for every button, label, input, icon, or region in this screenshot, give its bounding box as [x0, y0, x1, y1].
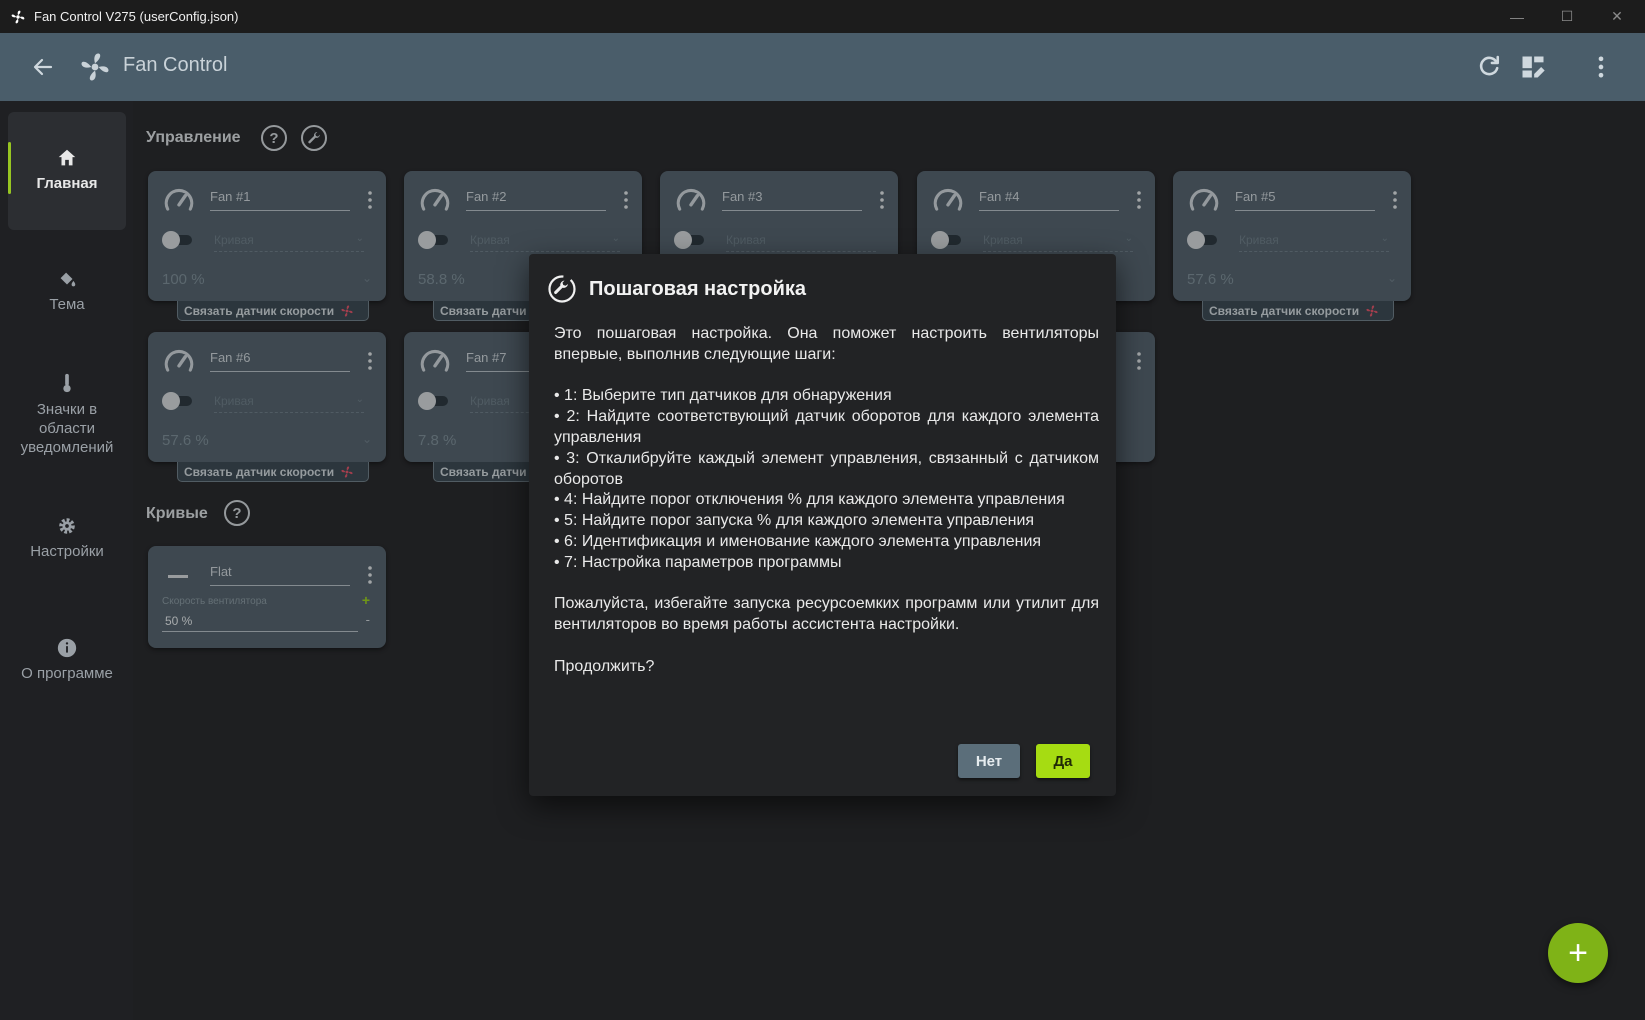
fan-logo-icon: [81, 53, 109, 81]
dashboard-edit-icon[interactable]: [1519, 53, 1547, 81]
dialog-step: • 3: Откалибруйте каждый элемент управле…: [554, 449, 1099, 488]
paint-bucket-icon: [60, 272, 76, 287]
info-icon: [57, 638, 77, 658]
sidebar-item-about[interactable]: О программе: [8, 637, 126, 682]
dialog-question: Продолжить?: [554, 657, 655, 675]
thermometer-icon: [63, 373, 71, 393]
fan-app-icon: [11, 10, 25, 23]
no-button[interactable]: Нет: [958, 744, 1020, 778]
sidebar-item-settings[interactable]: Настройки: [8, 515, 126, 560]
dialog-intro: Это пошаговая настройка. Она поможет нас…: [554, 325, 1099, 363]
sidebar: [0, 101, 133, 1020]
add-fab-button[interactable]: +: [1548, 923, 1608, 983]
dialog-step: • 1: Выберите тип датчиков для обнаружен…: [554, 387, 892, 405]
sidebar-item-label: Настройки: [30, 543, 104, 560]
yes-button[interactable]: Да: [1036, 744, 1090, 778]
window-title: Fan Control V275 (userConfig.json): [34, 9, 239, 24]
app-bar: Fan Control: [0, 33, 1645, 101]
sidebar-item-label: Значки в области уведомлений: [20, 401, 114, 456]
gear-icon: [59, 518, 75, 534]
setup-wizard-dialog: Пошаговая настройка Это пошаговая настро…: [529, 254, 1116, 796]
sidebar-item-label: Тема: [49, 296, 85, 313]
sidebar-item-theme[interactable]: Тема: [8, 268, 126, 313]
dialog-step: • 2: Найдите соответствующий датчик обор…: [554, 408, 1099, 446]
dialog-body: Это пошаговая настройка. Она поможет нас…: [554, 324, 1099, 678]
sidebar-item-label: Главная: [36, 175, 98, 192]
dialog-title: Пошаговая настройка: [589, 278, 807, 300]
window-titlebar: Fan Control V275 (userConfig.json) — ☐ ✕: [0, 0, 1645, 33]
dialog-step: • 5: Найдите порог запуска % для каждого…: [554, 512, 1035, 530]
sidebar-item-home[interactable]: Главная: [8, 112, 126, 230]
sidebar-item-label: О программе: [21, 665, 113, 682]
app-title: Fan Control: [123, 54, 228, 76]
sidebar-item-tray-icons[interactable]: Значки в области уведомлений: [8, 372, 126, 457]
dialog-step: • 6: Идентификация и именование каждого …: [554, 532, 1042, 550]
maximize-button[interactable]: ☐: [1542, 0, 1592, 33]
close-button[interactable]: ✕: [1592, 0, 1642, 33]
home-icon: [58, 149, 76, 166]
dialog-warning: Пожалуйста, избегайте запуска ресурсоемк…: [554, 595, 1099, 634]
minimize-button[interactable]: —: [1492, 0, 1542, 33]
dialog-step: • 4: Найдите порог отключения % для кажд…: [554, 491, 1065, 509]
wrench-circle-icon: [548, 275, 576, 303]
dialog-step: • 7: Настройка параметров программы: [554, 553, 842, 571]
arrow-left-icon[interactable]: [30, 55, 56, 79]
more-vert-icon[interactable]: [1587, 53, 1615, 81]
refresh-icon[interactable]: [1475, 53, 1503, 81]
